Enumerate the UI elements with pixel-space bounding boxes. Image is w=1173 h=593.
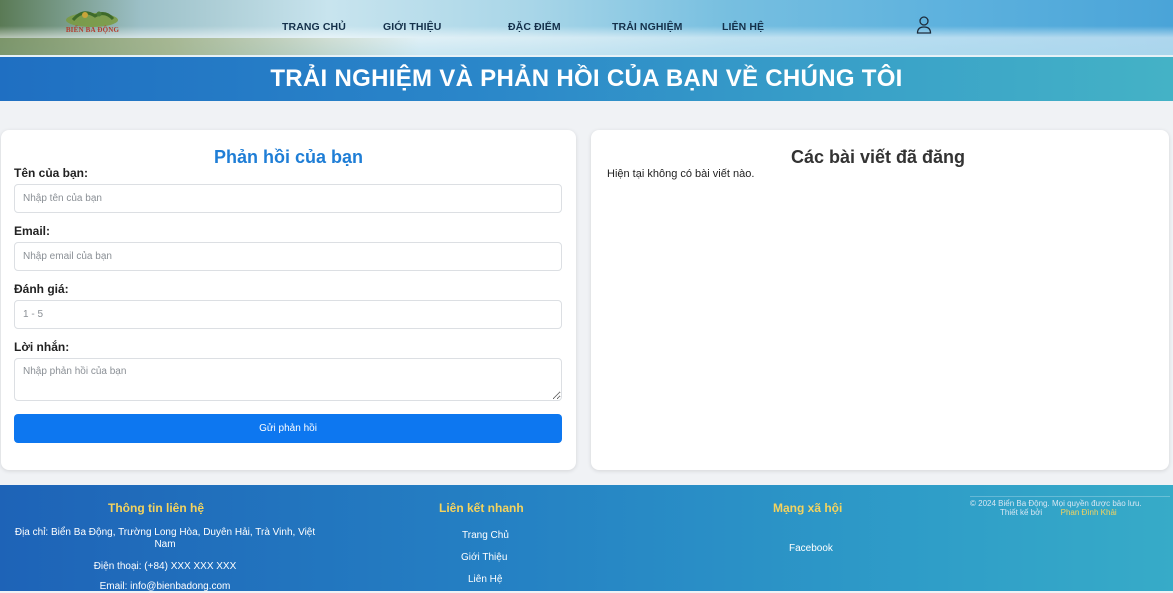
email-input[interactable] (14, 242, 562, 271)
footer-link-lien-he[interactable]: Liên Hệ (468, 574, 502, 585)
nav-gioi-thieu[interactable]: GIỚI THIỆU (383, 21, 441, 33)
author-name: Phan Đình Khải (1060, 508, 1117, 517)
footer-link-gioi-thieu[interactable]: Giới Thiệu (461, 552, 507, 563)
rating-label: Đánh giá: (14, 282, 69, 296)
footer-facebook-link[interactable]: Facebook (789, 543, 833, 554)
page-title: TRẢI NGHIỆM VÀ PHẢN HỒI CỦA BẠN VỀ CHÚNG… (270, 65, 903, 92)
user-icon[interactable] (916, 16, 932, 34)
posts-title: Các bài viết đã đăng (791, 147, 966, 167)
page-title-banner: TRẢI NGHIỆM VÀ PHẢN HỒI CỦA BẠN VỀ CHÚNG… (0, 55, 1173, 101)
message-label: Lời nhắn: (14, 340, 70, 354)
email-label: Email: (14, 224, 51, 238)
feedback-form-card: Phản hồi của bạn Tên của bạn: Email: Đán… (1, 130, 576, 470)
main-nav: TRANG CHỦ GIỚI THIỆU ĐẶC ĐIỂM TRẢI NGHIỆ… (0, 0, 1173, 55)
footer-social-title: Mạng xã hội (773, 501, 843, 515)
footer-link-trang-chu[interactable]: Trang Chủ (462, 530, 509, 541)
posts-empty-text: Hiện tại không có bài viết nào. (607, 168, 755, 180)
site-footer: Thông tin liên hệ Địa chỉ: Biển Ba Động,… (0, 485, 1173, 592)
submit-feedback-button[interactable]: Gửi phản hồi (14, 414, 562, 443)
posts-card: Các bài viết đã đăng Hiện tại không có b… (591, 130, 1169, 470)
rating-input[interactable] (14, 300, 562, 329)
nav-trang-chu[interactable]: TRANG CHỦ (282, 21, 346, 33)
nav-trai-nghiem[interactable]: TRẢI NGHIỆM (612, 21, 683, 33)
footer-address: Địa chỉ: Biển Ba Động, Trường Long Hòa, … (14, 527, 316, 550)
designed-by-text: Thiết kế bởi (1000, 508, 1043, 517)
footer-contact-title: Thông tin liên hệ (108, 501, 204, 515)
footer-links-title: Liên kết nhanh (439, 501, 524, 515)
name-input[interactable] (14, 184, 562, 213)
footer-copyright: © 2024 Biển Ba Động. Mọi quyền được bảo … (970, 496, 1170, 517)
nav-lien-he[interactable]: LIÊN HỆ (722, 21, 764, 33)
footer-phone: Điện thoại: (+84) XXX XXX XXX (93, 561, 237, 572)
copyright-text: © 2024 Biển Ba Động. Mọi quyền được bảo … (970, 499, 1142, 508)
message-textarea[interactable] (14, 358, 562, 401)
name-label: Tên của bạn: (14, 166, 89, 180)
footer-email: Email: info@bienbadong.com (99, 581, 231, 592)
site-header: BIỂN BA ĐỘNG TRANG CHỦ GIỚI THIỆU ĐẶC ĐI… (0, 0, 1173, 55)
feedback-form-title: Phản hồi của bạn (213, 147, 364, 167)
nav-dac-diem[interactable]: ĐẶC ĐIỂM (508, 21, 561, 33)
